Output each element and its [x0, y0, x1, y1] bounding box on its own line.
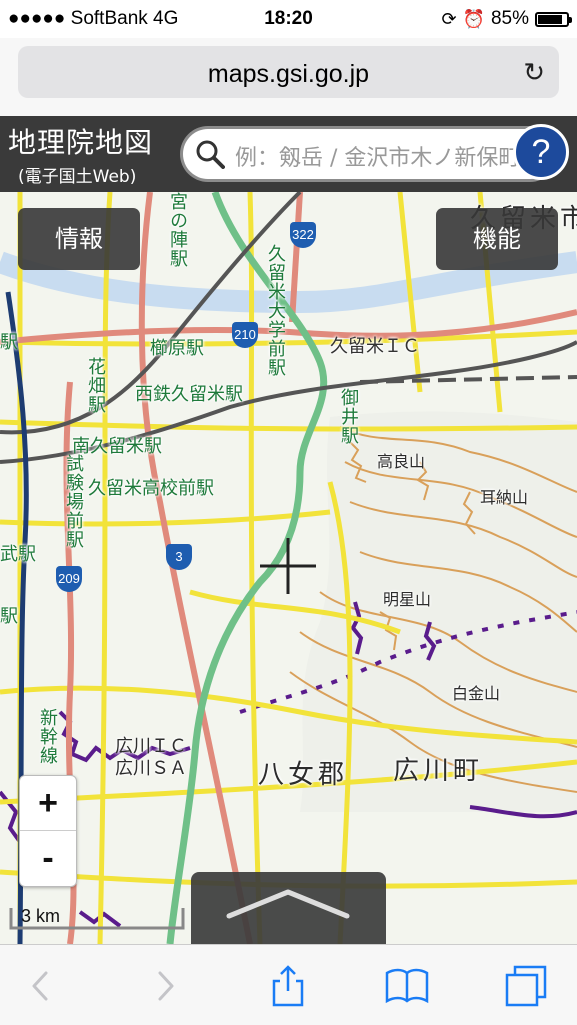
- browser-toolbar: [0, 944, 577, 1025]
- label-kurume-koko-station: 久留米高校前駅: [88, 478, 214, 499]
- scale-bar: 3 km: [9, 902, 185, 932]
- functions-button[interactable]: 機能: [436, 208, 558, 270]
- search-placeholder: 例：剱岳 / 金沢市木ノ新保町: [235, 146, 521, 171]
- label-edge-station-3: 駅: [0, 606, 18, 627]
- bottom-panel-tab[interactable]: [191, 872, 386, 944]
- label-hirokawa-machi: 広川町: [393, 756, 484, 786]
- status-right: ⟳ ⏰ 85%: [441, 8, 572, 30]
- chevron-up-icon: [226, 889, 350, 919]
- zoom-control: + -: [19, 775, 77, 887]
- help-button[interactable]: ?: [513, 124, 569, 180]
- battery-fill: [538, 14, 562, 24]
- rotation-lock-icon: ⟳: [441, 8, 457, 29]
- zoom-in-button[interactable]: +: [20, 776, 76, 831]
- back-icon[interactable]: [18, 963, 64, 1009]
- label-jinnomae-station: 宮の陣駅: [167, 192, 188, 268]
- label-yame-gun: 八女郡: [258, 760, 349, 790]
- scale-label: 3 km: [21, 906, 61, 926]
- label-koura-san: 高良山: [377, 452, 426, 471]
- label-hirokawa-sa: 広川ＳＡ: [115, 758, 187, 779]
- map-view[interactable]: 久留米市 久留米大学前駅 久留米ＩＣ 御井駅 櫛原駅 西鉄久留米駅 花畑駅 南久…: [0, 192, 577, 944]
- app-header: 地理院地図 (電子国土Web) 例：剱岳 / 金沢市木ノ新保町: [0, 116, 577, 192]
- label-mimino-san: 耳納山: [480, 488, 529, 507]
- reload-icon[interactable]: ↻: [523, 58, 545, 88]
- route-shield-322: 322: [290, 222, 316, 248]
- forward-icon[interactable]: [142, 963, 188, 1009]
- zoom-out-button[interactable]: -: [20, 831, 76, 885]
- label-kushihara-station: 櫛原駅: [150, 338, 204, 359]
- url-field[interactable]: maps.gsi.go.jp ↻: [18, 46, 559, 98]
- tabs-icon[interactable]: [503, 963, 549, 1009]
- route-shield-210: 210: [232, 322, 258, 348]
- label-myojo-san: 明星山: [383, 590, 432, 609]
- browser-address-bar: maps.gsi.go.jp ↻: [0, 38, 577, 116]
- label-edge-station-1: 駅: [0, 332, 18, 353]
- search-icon: [196, 140, 225, 169]
- label-hanabatake-station: 花畑駅: [85, 357, 106, 414]
- label-shikenjo-station: 試験場前駅: [63, 454, 84, 549]
- label-shinkansen: 新幹線: [37, 708, 58, 765]
- label-mii-station: 御井駅: [338, 388, 359, 445]
- label-edge-station-2: 武駅: [0, 544, 36, 565]
- status-bar: ●●●●● SoftBank 4G 18:20 ⟳ ⏰ 85%: [0, 0, 577, 38]
- route-shield-3: 3: [166, 544, 192, 570]
- battery-percent: 85%: [490, 8, 529, 29]
- share-icon[interactable]: [265, 963, 311, 1009]
- battery-icon: [535, 11, 572, 27]
- alarm-icon: ⏰: [462, 8, 485, 29]
- url-text: maps.gsi.go.jp: [207, 60, 370, 88]
- label-kurume-ic: 久留米ＩＣ: [330, 336, 420, 357]
- app-subtitle: (電子国土Web): [18, 167, 137, 187]
- label-nishitetsu-kurume-station: 西鉄久留米駅: [135, 384, 243, 405]
- label-kurume-univ-station: 久留米大学前駅: [265, 244, 286, 377]
- map-canvas: [0, 192, 577, 944]
- label-shirogane-san: 白金山: [452, 684, 501, 703]
- map-crosshair: [260, 538, 316, 594]
- info-button[interactable]: 情報: [18, 208, 140, 270]
- route-shield-209: 209: [56, 566, 82, 592]
- bookmarks-icon[interactable]: [384, 963, 430, 1009]
- app-title[interactable]: 地理院地図: [8, 128, 153, 158]
- search-input[interactable]: 例：剱岳 / 金沢市木ノ新保町: [183, 129, 555, 179]
